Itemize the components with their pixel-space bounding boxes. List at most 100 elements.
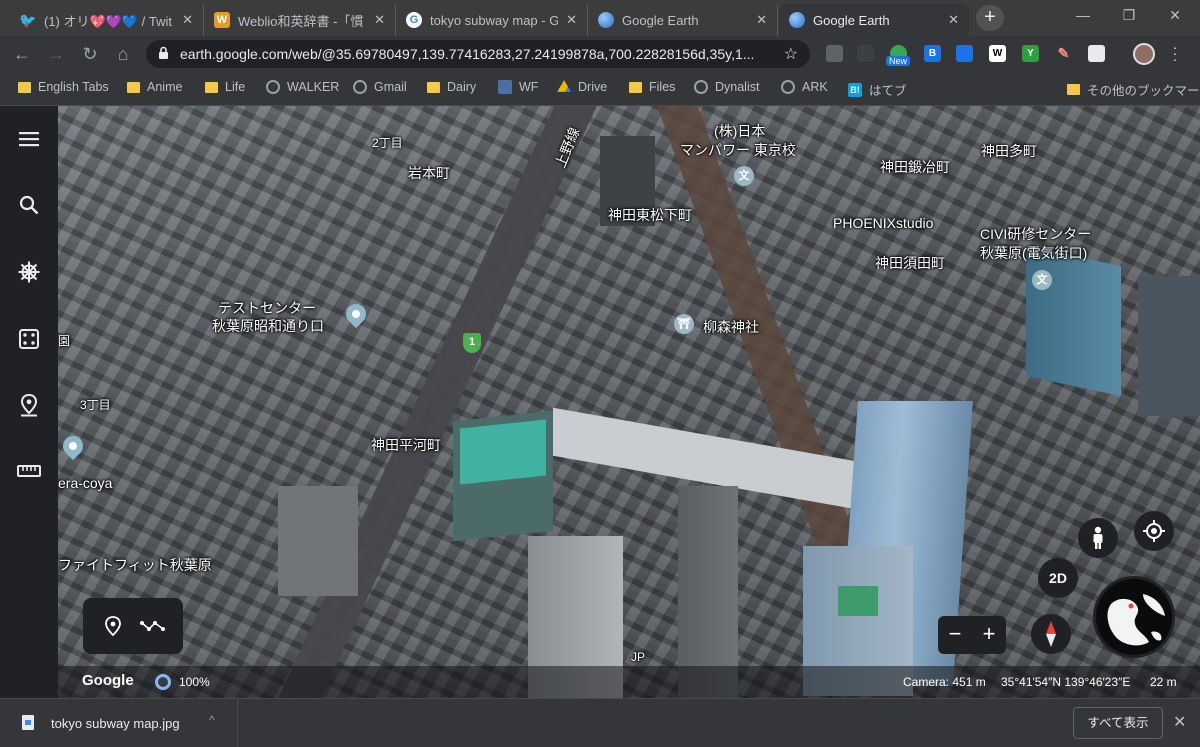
bookmark-dairy[interactable]: Dairy (427, 80, 476, 94)
bookmark-drive[interactable]: Drive (557, 80, 607, 94)
map-label: マンパワー 東京校 (680, 142, 796, 158)
tab-weblio[interactable]: W Weblio和英辞書 -「慣 ✕ (204, 4, 396, 36)
compass-button[interactable] (1031, 614, 1071, 654)
bookmark-wf[interactable]: WF (498, 80, 538, 94)
tab-title: Google Earth (813, 12, 890, 28)
profile-avatar[interactable] (1133, 43, 1155, 65)
show-all-button[interactable]: すべて表示 (1073, 707, 1163, 739)
add-placemark-button[interactable] (99, 612, 127, 640)
bookmark-other[interactable]: その他のブックマーク (1067, 80, 1200, 99)
forward-button[interactable]: → (44, 42, 68, 66)
search-icon (19, 195, 39, 215)
reload-button[interactable]: ↻ (78, 42, 102, 66)
screenshot-icon[interactable] (1088, 45, 1105, 62)
status-bar: Google 100% Camera: 451 m 35°41′54″N 139… (58, 666, 1200, 698)
minimize-button[interactable]: — (1060, 0, 1106, 32)
bookmark-ark[interactable]: ARK (781, 80, 828, 94)
menu-icon[interactable]: · · · (1170, 40, 1180, 66)
address-bar[interactable]: earth.google.com/web/@35.69780497,139.77… (146, 40, 810, 68)
school-marker-icon[interactable]: 文 (734, 166, 754, 186)
map-label: 神田鍛冶町 (880, 159, 950, 175)
main-menu-button[interactable] (14, 124, 44, 154)
map-label: 秋葉原(電気街口) (980, 245, 1088, 261)
street-view-button[interactable] (1078, 518, 1118, 558)
zoom-in-button[interactable]: + (972, 621, 1006, 647)
load-percent: 100% (179, 675, 210, 689)
google-icon: G (406, 12, 422, 28)
bookmark-english-tabs[interactable]: English Tabs (18, 80, 109, 94)
bookmark-dynalist[interactable]: Dynalist (694, 80, 759, 94)
home-button[interactable]: ⌂ (111, 42, 135, 66)
tab-title: (1) オリ💖💜💙 / Twit (44, 13, 173, 29)
bookmark-anime[interactable]: Anime (127, 80, 182, 94)
bookmark-files[interactable]: Files (629, 80, 675, 94)
close-icon[interactable]: ✕ (948, 12, 959, 28)
school-marker-icon[interactable]: 文 (1032, 270, 1052, 290)
close-icon[interactable]: ✕ (756, 12, 767, 28)
image-file-icon (22, 715, 34, 730)
bookmark-hatebu[interactable]: B! はてブ (848, 80, 907, 99)
bookmark-star-icon[interactable]: ☆ (784, 44, 798, 64)
tab-google-search[interactable]: G tokyo subway map - G ✕ (396, 4, 588, 36)
extension-icon[interactable] (857, 45, 874, 62)
tab-twitter[interactable]: 🐦 (1) オリ💖💜💙 / Twit ✕ (10, 4, 204, 36)
voyager-button[interactable] (14, 257, 44, 287)
download-item[interactable]: tokyo subway map.jpg ^ (0, 699, 238, 747)
hatena-bookmark-icon[interactable]: B (924, 45, 941, 62)
chevron-up-icon[interactable]: ^ (209, 713, 215, 727)
folder-icon (18, 81, 31, 93)
close-icon[interactable]: ✕ (374, 12, 385, 28)
folder-icon (127, 81, 140, 93)
window-close-button[interactable]: ✕ (1152, 0, 1198, 32)
map-label: CIVI研修センター (980, 226, 1092, 242)
tab-title: tokyo subway map - G (430, 12, 559, 28)
loading-ring-icon (155, 674, 171, 690)
close-icon[interactable]: ✕ (566, 12, 577, 28)
shrine-marker-icon[interactable]: ⛩ (674, 314, 694, 334)
tab-title: Weblio和英辞書 -「慣 (238, 13, 364, 29)
extension-icon[interactable] (826, 45, 843, 62)
weblio-extension-icon[interactable]: W (989, 45, 1006, 62)
map-label: 3丁目 (80, 398, 111, 412)
search-button[interactable] (14, 190, 44, 220)
zoom-out-button[interactable]: − (938, 621, 972, 647)
pen-icon[interactable]: ✎ (1055, 45, 1072, 62)
twitter-icon: 🐦 (19, 11, 37, 28)
globe-overview-button[interactable] (1093, 576, 1175, 658)
map-label: 神田東松下町 (608, 207, 692, 223)
feeling-lucky-button[interactable] (14, 324, 44, 354)
google-earth-icon (598, 12, 614, 28)
draw-path-button[interactable] (139, 612, 167, 640)
close-icon[interactable]: ✕ (1173, 712, 1186, 732)
tab-google-earth-active[interactable]: Google Earth ✕ (779, 4, 969, 36)
bookmark-label: Anime (147, 80, 183, 94)
expand-icon[interactable] (956, 45, 973, 62)
projects-button[interactable] (14, 390, 44, 420)
toggle-2d-button[interactable]: 2D (1038, 558, 1078, 598)
measure-button[interactable] (14, 456, 44, 486)
maximize-button[interactable]: ❐ (1106, 0, 1152, 32)
back-button[interactable]: ← (10, 42, 34, 66)
close-icon[interactable]: ✕ (182, 12, 193, 28)
new-tab-button[interactable]: + (976, 5, 1004, 31)
google-earth-icon (789, 12, 805, 28)
globe-icon (694, 80, 708, 94)
map-label: 柳森神社 (703, 319, 759, 335)
tools-panel (83, 598, 183, 654)
map-label: JP (631, 650, 646, 664)
url-text: earth.google.com/web/@35.69780497,139.77… (180, 46, 755, 62)
bookmark-gmail[interactable]: Gmail (353, 80, 407, 94)
place-pin-icon[interactable] (58, 431, 88, 461)
tab-google-earth-1[interactable]: Google Earth ✕ (588, 4, 778, 36)
ship-wheel-icon (18, 261, 40, 283)
place-pin-icon[interactable] (341, 299, 371, 329)
my-location-button[interactable] (1134, 511, 1174, 551)
map-canvas[interactable]: 2丁目 岩本町 上野線 (株)日本 マンパワー 東京校 神田鍛冶町 神田多町 神… (58, 106, 1200, 698)
rooftop-garden (460, 419, 546, 485)
bookmark-walker[interactable]: WALKER (266, 80, 339, 94)
bookmark-life[interactable]: Life (205, 80, 245, 94)
download-filename: tokyo subway map.jpg (51, 716, 180, 731)
map-label: 2丁目 (372, 136, 403, 150)
download-shelf: tokyo subway map.jpg ^ すべて表示 ✕ (0, 698, 1200, 747)
yomichan-icon[interactable]: Y (1022, 45, 1039, 62)
